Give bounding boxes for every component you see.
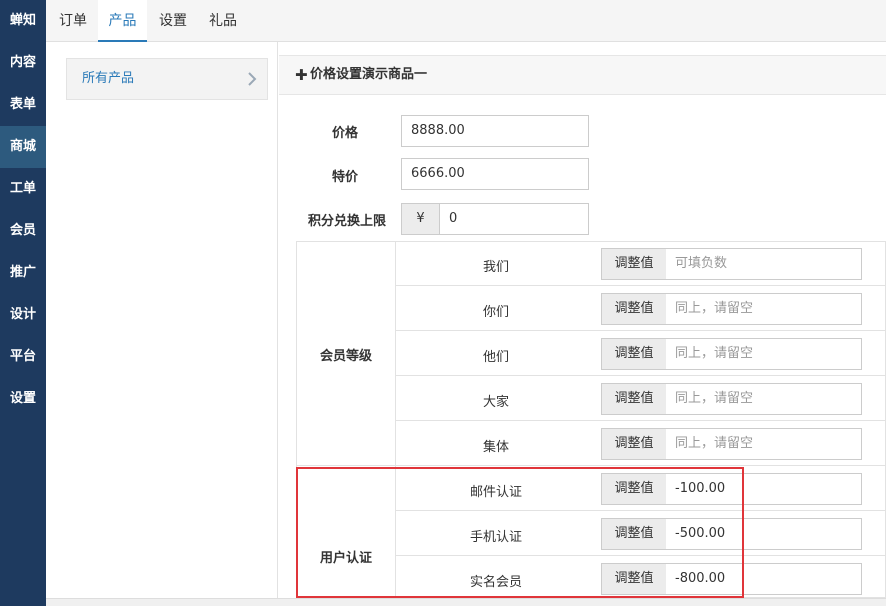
sidebar: 蝉知 内容 表单 商城 工单 会员 推广 设计 平台 设置	[0, 0, 46, 606]
adjust-value-input[interactable]: 同上，请留空	[666, 293, 862, 325]
currency-prefix: ¥	[401, 203, 440, 235]
adjust-value-button[interactable]: 调整值	[601, 428, 667, 460]
plus-icon: ✚	[295, 66, 308, 84]
panel-header: ✚ 价格设置演示商品一	[279, 55, 886, 95]
auth-row-name: 手机认证	[469, 530, 522, 545]
adjust-value-input[interactable]: 同上，请留空	[666, 428, 862, 460]
sidebar-item-members[interactable]: 会员	[0, 210, 46, 252]
sidebar-item-tickets[interactable]: 工单	[0, 168, 46, 210]
tab-gifts[interactable]: 礼品	[209, 0, 237, 42]
tab-orders[interactable]: 订单	[59, 0, 87, 42]
price-label: 价格	[331, 126, 358, 141]
sidebar-item-forms[interactable]: 表单	[0, 84, 46, 126]
member-row-name: 我们	[482, 260, 509, 275]
adjust-value-button[interactable]: 调整值	[601, 248, 667, 280]
member-row-name: 大家	[482, 395, 509, 410]
panel-title: 价格设置演示商品一	[310, 67, 428, 82]
sidebar-item-content[interactable]: 内容	[0, 42, 46, 84]
category-all-products[interactable]: 所有产品	[66, 58, 268, 100]
chevron-right-icon	[248, 72, 257, 86]
adjust-value-input[interactable]: -500.00	[666, 518, 862, 550]
top-nav: 订单 产品 设置 礼品	[46, 0, 886, 42]
sidebar-item-promotion[interactable]: 推广	[0, 252, 46, 294]
app-logo: 蝉知	[9, 13, 36, 28]
adjust-value-button[interactable]: 调整值	[601, 293, 667, 325]
sidebar-item-platform[interactable]: 平台	[0, 336, 46, 378]
sidebar-item-shop[interactable]: 商城	[0, 126, 46, 168]
category-panel: 所有产品	[46, 42, 278, 598]
adjust-value-input[interactable]: 同上，请留空	[666, 383, 862, 415]
sidebar-item-design[interactable]: 设计	[0, 294, 46, 336]
points-limit-label: 积分兑换上限	[307, 214, 386, 229]
adjust-value-input[interactable]: 可填负数	[666, 248, 862, 280]
special-price-input[interactable]: 6666.00	[401, 158, 589, 190]
auth-row-name: 邮件认证	[469, 485, 522, 500]
adjust-value-input[interactable]: 同上，请留空	[666, 338, 862, 370]
adjust-value-button[interactable]: 调整值	[601, 473, 667, 505]
sidebar-item-settings[interactable]: 设置	[0, 378, 46, 420]
special-price-label: 特价	[331, 170, 358, 185]
member-row-name: 集体	[482, 440, 509, 455]
adjust-value-input[interactable]: -100.00	[666, 473, 862, 505]
member-row-name: 他们	[482, 350, 509, 365]
price-input[interactable]: 8888.00	[401, 115, 589, 147]
points-limit-input[interactable]: 0	[439, 203, 589, 235]
member-grade-label: 会员等级	[319, 349, 372, 364]
adjust-value-button[interactable]: 调整值	[601, 563, 667, 595]
adjust-value-button[interactable]: 调整值	[601, 518, 667, 550]
auth-row-name: 实名会员	[469, 575, 522, 590]
auth-label-cell	[296, 466, 396, 598]
adjust-value-button[interactable]: 调整值	[601, 383, 667, 415]
tab-products[interactable]: 产品	[98, 0, 147, 42]
bottom-bar	[46, 598, 886, 606]
category-label: 所有产品	[82, 71, 135, 86]
tab-settings[interactable]: 设置	[159, 0, 187, 42]
adjust-value-input[interactable]: -800.00	[666, 563, 862, 595]
adjust-value-button[interactable]: 调整值	[601, 338, 667, 370]
auth-group-label: 用户认证	[319, 551, 372, 566]
member-row-name: 你们	[482, 305, 509, 320]
